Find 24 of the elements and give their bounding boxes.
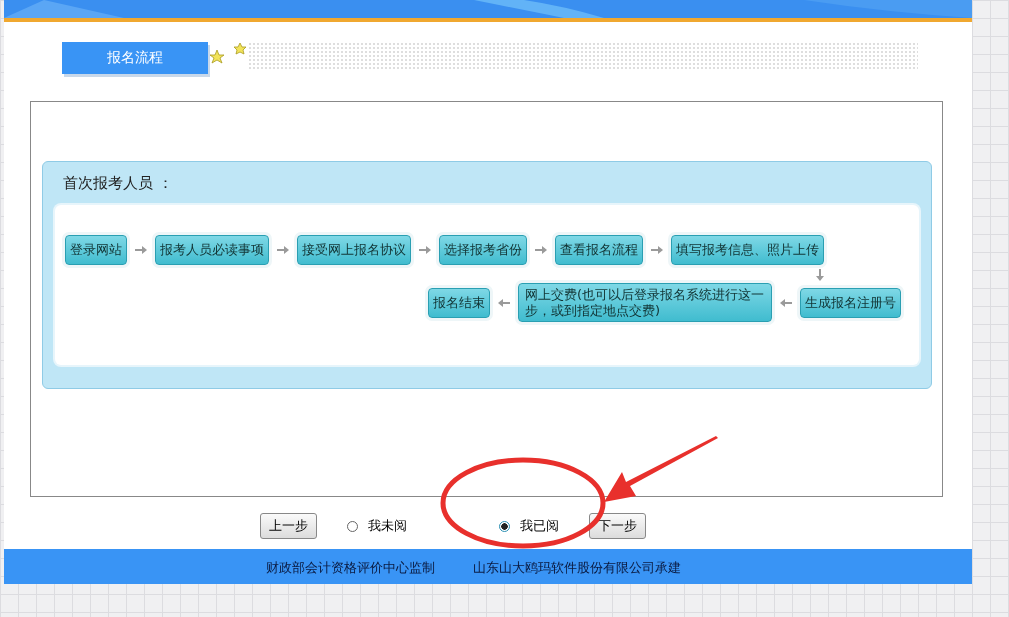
radio-option[interactable]: 我未阅 (347, 517, 407, 535)
flow-step: 接受网上报名协议 (297, 235, 411, 265)
arrow-right-icon (277, 245, 289, 255)
footer-text: 财政部会计资格评价中心监制 (265, 559, 435, 577)
arrow-right-icon (419, 245, 431, 255)
arrow-right-icon (535, 245, 547, 255)
flow-step: 查看报名流程 (555, 235, 643, 265)
flow-step: 生成报名注册号 (800, 287, 901, 318)
flow-step: 填写报考信息、照片上传 (671, 235, 824, 265)
arrow-down-icon (815, 269, 825, 281)
flow-step: 网上交费(也可以后登录报名系统进行这一步，或到指定地点交费) (518, 283, 772, 323)
next-button[interactable]: 下一步 (589, 513, 646, 539)
previous-button[interactable]: 上一步 (260, 513, 317, 539)
flow-step: 选择报考省份 (439, 235, 527, 265)
arrow-right-icon (135, 245, 147, 255)
arrow-left-icon (498, 297, 510, 308)
arrow-left-icon (780, 297, 792, 308)
flow-step: 报名结束 (428, 287, 490, 318)
flow-step: 登录网站 (65, 235, 127, 265)
flow-step: 报考人员必读事项 (155, 235, 269, 265)
footer-text: 山东山大鸥玛软件股份有限公司承建 (472, 559, 681, 577)
radio-option[interactable]: 我已阅 (499, 517, 559, 535)
panel-title: 首次报考人员 ： (62, 173, 174, 194)
arrow-right-icon (651, 245, 663, 255)
